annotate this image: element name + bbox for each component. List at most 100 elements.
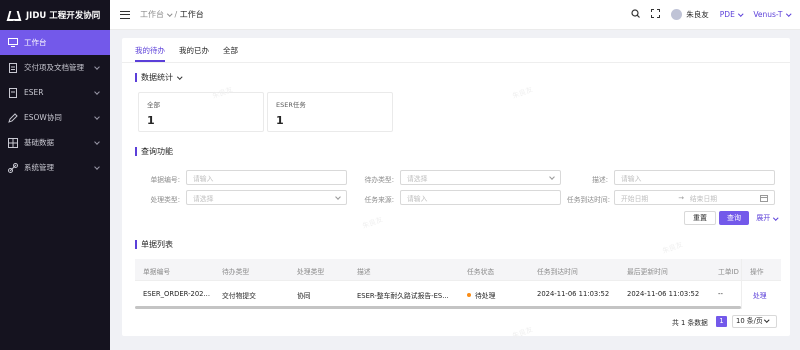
todo-type-label: 待办类型: (364, 176, 394, 184)
page-size-select[interactable]: 10 条/页 (732, 315, 777, 328)
doc-no-input[interactable]: 请输入 (186, 170, 347, 185)
avatar (671, 9, 683, 21)
desc-input[interactable]: 请输入 (614, 170, 775, 185)
range-separator: → (678, 193, 684, 202)
page-size-value: 10 条/页 (736, 317, 763, 325)
grid-icon (8, 138, 18, 148)
sidebar-item-label: 工作台 (24, 38, 47, 47)
list-section-title: 单据列表 (135, 239, 173, 250)
desc-label: 描述: (592, 176, 608, 184)
stat-card-all[interactable]: 全部 1 (138, 92, 264, 132)
stats-section-title[interactable]: 数据统计 (135, 72, 183, 83)
cell-ticket-id: -- (718, 290, 723, 298)
cell-arrive-time: 2024-11-06 11:03:52 (537, 290, 610, 298)
sidebar-item-label: 交付项及文档管理 (24, 63, 84, 72)
document-icon (8, 88, 18, 98)
user-name: 朱良友 (686, 9, 709, 19)
watermark: 朱良友 (511, 85, 534, 101)
fullscreen-icon[interactable] (651, 9, 661, 20)
process-link[interactable]: 处理 (753, 290, 767, 300)
sidebar-item-label: ESOW协同 (24, 113, 62, 122)
stat-card-eser[interactable]: ESER任务 1 (267, 92, 393, 132)
tab-my-todo[interactable]: 我的待办 (135, 45, 165, 62)
horizontal-scrollbar[interactable] (135, 306, 741, 309)
sidebar-item-label: ESER (24, 88, 44, 97)
sidebar-item-workbench[interactable]: 工作台 (0, 30, 110, 55)
action-column: 操作 处理 (741, 259, 781, 309)
todo-type-placeholder: 请选择 (407, 174, 428, 183)
sidebar-item-base-data[interactable]: 基础数据 (0, 130, 110, 155)
chevron-down-icon (738, 10, 744, 16)
date-end[interactable]: 结束日期 (690, 193, 717, 203)
sidebar-item-esow[interactable]: ESOW协同 (0, 105, 110, 130)
arrive-time-range[interactable]: 开始日期 → 结束日期 (614, 190, 775, 205)
date-start[interactable]: 开始日期 (621, 193, 648, 203)
expand-label: 展开 (756, 214, 771, 222)
col-header: 操作 (750, 268, 764, 276)
process-type-select[interactable]: 请选择 (186, 190, 347, 205)
doc-no-label: 单据编号: (150, 176, 180, 184)
page-1-button[interactable]: 1 (716, 316, 727, 327)
tab-bar: 我的待办 我的已办 全部 (122, 38, 790, 63)
stat-label: ESER任务 (276, 101, 306, 109)
chevron-down-icon (177, 73, 183, 79)
sidebar-item-label: 系统管理 (24, 163, 54, 172)
cell-update-time: 2024-11-06 11:03:52 (627, 290, 700, 298)
chevron-down-icon (94, 139, 100, 145)
main-panel: 我的待办 我的已办 全部 数据统计 全部 1 ESER任务 1 查询功能 单据编… (122, 38, 790, 340)
stats-title-text: 数据统计 (141, 73, 173, 82)
watermark: 朱良友 (511, 325, 534, 341)
cell-process-type: 协同 (297, 292, 311, 300)
tab-all[interactable]: 全部 (223, 45, 238, 62)
source-input[interactable]: 请输入 (400, 190, 561, 205)
col-header: 最后更新时间 (627, 268, 668, 276)
app-title: JIDU 工程开发协同 (26, 11, 101, 21)
stat-value: 1 (276, 114, 284, 127)
chevron-down-icon (94, 114, 100, 120)
reset-button[interactable]: 重置 (684, 211, 716, 225)
tab-my-done[interactable]: 我的已办 (179, 45, 209, 62)
role-value: PDE (719, 10, 735, 19)
process-type-label: 处理类型: (150, 196, 180, 204)
breadcrumb-current: 工作台 (179, 10, 204, 19)
col-header: 描述 (357, 268, 371, 276)
project-select[interactable]: Venus-T (753, 10, 791, 19)
cell-desc: ESER-整车耐久路试报告-ES... (357, 292, 449, 300)
role-select[interactable]: PDE (719, 10, 744, 19)
query-section-title: 查询功能 (135, 146, 173, 157)
stat-value: 1 (147, 114, 155, 127)
document-icon (8, 63, 18, 73)
chevron-down-icon (94, 89, 100, 95)
user-menu[interactable]: 朱良友 (671, 9, 709, 21)
stat-label: 全部 (147, 101, 160, 109)
search-button[interactable]: 查询 (719, 211, 749, 225)
chevron-down-icon (785, 10, 791, 16)
chevron-down-icon (335, 194, 341, 200)
cell-todo-type: 交付物提交 (222, 292, 256, 300)
status-dot-icon (467, 293, 471, 297)
watermark: 朱良友 (361, 215, 384, 231)
chevron-down-icon (773, 215, 779, 221)
sidebar-item-system[interactable]: 系统管理 (0, 155, 110, 180)
search-icon[interactable] (631, 9, 641, 20)
breadcrumb: 工作台 / 工作台 (140, 10, 204, 19)
cell-doc-no: ESER_ORDER-202... (143, 290, 210, 298)
project-value: Venus-T (753, 10, 783, 19)
arrive-time-label: 任务到达时间: (566, 196, 610, 204)
expand-button[interactable]: 展开 (752, 211, 782, 225)
todo-type-select[interactable]: 请选择 (400, 170, 561, 185)
chevron-down-icon (94, 64, 100, 70)
chevron-down-icon (549, 174, 555, 180)
sidebar-item-deliverables[interactable]: 交付项及文档管理 (0, 55, 110, 80)
cell-status: 待处理 (467, 290, 495, 300)
chevron-down-icon (167, 10, 173, 16)
sidebar-item-eser[interactable]: ESER (0, 80, 110, 105)
process-type-placeholder: 请选择 (193, 194, 214, 203)
menu-toggle-icon[interactable] (120, 10, 130, 19)
monitor-icon (8, 38, 18, 47)
app-logo[interactable]: JIDU 工程开发协同 (0, 0, 110, 30)
watermark: 朱良友 (661, 240, 684, 256)
col-header: 工单ID (718, 268, 739, 276)
breadcrumb-parent[interactable]: 工作台 (140, 10, 164, 19)
col-header: 单据编号 (143, 268, 171, 276)
